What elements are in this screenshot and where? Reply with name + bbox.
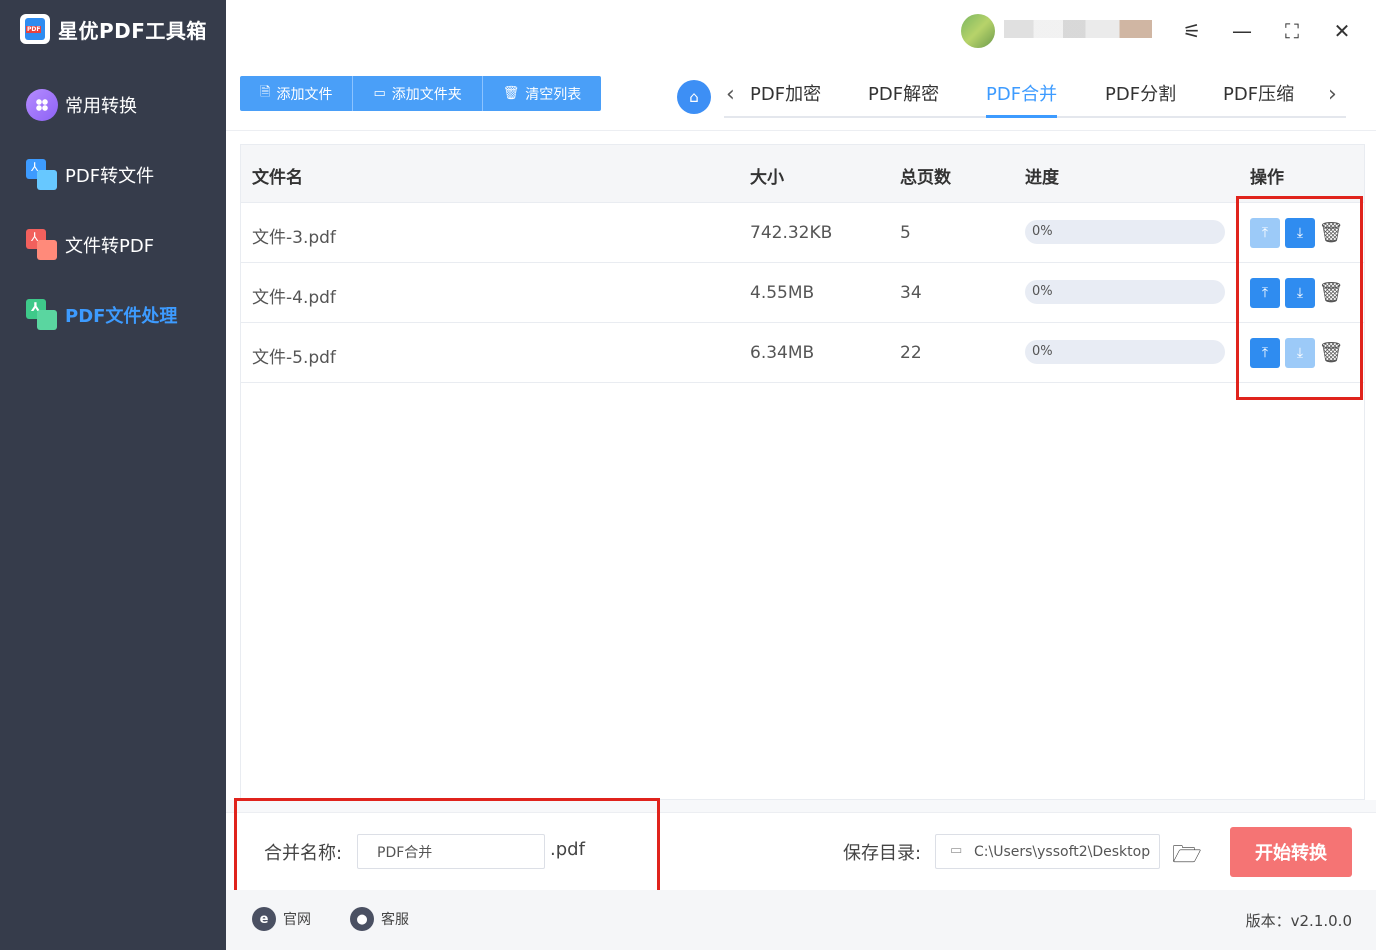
- app-title: 星优PDF工具箱: [58, 18, 207, 43]
- delete-icon[interactable]: 🗑: [1318, 277, 1343, 307]
- tool-tabs: PDF加密 PDF解密 PDF合并 PDF分割 PDF压缩: [724, 70, 1346, 118]
- sliders-icon[interactable]: ⚟: [1177, 16, 1207, 46]
- folder-open-icon[interactable]: 🗁: [1172, 837, 1202, 878]
- folder-icon: ▭: [373, 86, 386, 101]
- file-size: 6.34MB: [750, 343, 815, 363]
- sidebar-item-pdf-to-file[interactable]: PDF转文件: [0, 140, 226, 210]
- file-toolbar: 🗎 添加文件 ▭ 添加文件夹 🗑 清空列表: [240, 76, 602, 111]
- sidebar-item-common[interactable]: 常用转换: [0, 70, 226, 140]
- file-name: 文件-4.pdf: [252, 288, 336, 308]
- delete-icon[interactable]: 🗑: [1318, 337, 1343, 367]
- footer: e 官网 ● 客服 版本：v2.1.0.0: [226, 890, 1376, 950]
- progress-value: 0%: [1032, 224, 1053, 239]
- table-row: 文件-4.pdf 4.55MB 34 0% ⤒ ⤓ 🗑: [241, 263, 1364, 323]
- file-name: 文件-5.pdf: [252, 348, 336, 368]
- add-folder-button[interactable]: ▭ 添加文件夹: [353, 76, 483, 111]
- brand: 星优PDF工具箱: [20, 14, 207, 44]
- apps-icon: [26, 89, 58, 121]
- file-size: 4.55MB: [750, 283, 815, 303]
- home-icon[interactable]: ⌂: [677, 80, 711, 114]
- sidebar-item-file-to-pdf[interactable]: 文件转PDF: [0, 210, 226, 280]
- support-link[interactable]: ● 客服: [350, 907, 409, 931]
- save-dir-value: C:\Users\yssoft2\Desktop: [974, 844, 1151, 860]
- save-dir-field[interactable]: ▭ C:\Users\yssoft2\Desktop: [935, 834, 1160, 869]
- chat-icon: ●: [350, 907, 374, 931]
- user-name-blurred: [1004, 20, 1152, 38]
- page-count: 22: [900, 343, 922, 363]
- progress-bar: 0%: [1025, 280, 1225, 304]
- pdf-process-icon: [26, 299, 58, 331]
- add-folder-label: 添加文件夹: [391, 86, 462, 103]
- page-count: 5: [900, 223, 911, 243]
- tab-pdf-encrypt[interactable]: PDF加密: [750, 80, 821, 118]
- table-header: 文件名 大小 总页数 进度 操作: [241, 145, 1364, 203]
- trash-icon: 🗑: [502, 86, 520, 101]
- merge-name-input[interactable]: [357, 834, 545, 869]
- merge-name-label: 合并名称:: [264, 843, 343, 864]
- sidebar-item-pdf-process[interactable]: PDF文件处理: [0, 280, 226, 350]
- progress-bar: 0%: [1025, 220, 1225, 244]
- app-logo-icon: [20, 14, 50, 44]
- move-up-icon[interactable]: ⤒: [1250, 338, 1280, 368]
- merge-options-bar: 合并名称: .pdf 保存目录: ▭ C:\Users\yssoft2\Desk…: [226, 812, 1376, 890]
- website-label: 官网: [283, 912, 311, 928]
- pdf-to-file-icon: [26, 159, 58, 191]
- sidebar-item-label: 常用转换: [65, 96, 137, 117]
- tab-pdf-compress[interactable]: PDF压缩: [1223, 80, 1294, 118]
- sidebar-item-label: PDF转文件: [65, 166, 155, 187]
- tab-pdf-decrypt[interactable]: PDF解密: [868, 80, 939, 118]
- clear-list-label: 清空列表: [525, 86, 582, 103]
- avatar[interactable]: [961, 14, 995, 48]
- folder-icon: ▭: [950, 843, 963, 858]
- add-file-label: 添加文件: [276, 86, 333, 103]
- header-size: 大小: [750, 168, 784, 188]
- page-count: 34: [900, 283, 922, 303]
- table-row: 文件-5.pdf 6.34MB 22 0% ⤒ ⤓ 🗑: [241, 323, 1364, 383]
- clear-list-button[interactable]: 🗑 清空列表: [482, 76, 602, 111]
- tab-pdf-merge[interactable]: PDF合并: [986, 80, 1058, 118]
- sidebar-item-label: PDF文件处理: [65, 306, 178, 327]
- file-name: 文件-3.pdf: [252, 228, 336, 248]
- main-panel: ⚟ — ⛶ ✕ 🗎 添加文件 ▭ 添加文件夹 🗑 清空列表 ⌂ ‹ PDF加密 …: [226, 0, 1376, 950]
- table-bottom-band: [226, 800, 1376, 812]
- move-up-icon[interactable]: ⤒: [1250, 218, 1280, 248]
- close-icon[interactable]: ✕: [1327, 16, 1357, 46]
- merge-extension: .pdf: [550, 839, 585, 860]
- chevron-right-icon[interactable]: ›: [1328, 82, 1337, 107]
- move-up-icon[interactable]: ⤒: [1250, 278, 1280, 308]
- version-text: 版本：v2.1.0.0: [1245, 912, 1352, 930]
- divider: [226, 130, 1376, 131]
- move-down-icon[interactable]: ⤓: [1285, 218, 1315, 248]
- sidebar-nav: 常用转换 PDF转文件 文件转PDF PDF文件处理: [0, 70, 226, 350]
- start-convert-button[interactable]: 开始转换: [1230, 827, 1352, 877]
- header-ops: 操作: [1250, 168, 1284, 188]
- header-pages: 总页数: [900, 168, 951, 188]
- sidebar-item-label: 文件转PDF: [65, 236, 155, 257]
- progress-value: 0%: [1032, 344, 1053, 359]
- support-label: 客服: [381, 912, 409, 928]
- sidebar: 星优PDF工具箱 常用转换 PDF转文件 文件转PDF PDF文件处理: [0, 0, 226, 950]
- title-bar: ⚟ — ⛶ ✕: [226, 0, 1376, 62]
- file-to-pdf-icon: [26, 229, 58, 261]
- add-file-button[interactable]: 🗎 添加文件: [240, 76, 354, 111]
- progress-bar: 0%: [1025, 340, 1225, 364]
- maximize-icon[interactable]: ⛶: [1277, 16, 1307, 46]
- minimize-icon[interactable]: —: [1227, 16, 1257, 46]
- move-down-icon[interactable]: ⤓: [1285, 338, 1315, 368]
- browser-icon: e: [252, 907, 276, 931]
- file-icon: 🗎: [260, 84, 271, 100]
- move-down-icon[interactable]: ⤓: [1285, 278, 1315, 308]
- table-row: 文件-3.pdf 742.32KB 5 0% ⤒ ⤓ 🗑: [241, 203, 1364, 263]
- website-link[interactable]: e 官网: [252, 907, 311, 931]
- delete-icon[interactable]: 🗑: [1318, 217, 1343, 247]
- file-size: 742.32KB: [750, 223, 833, 243]
- file-table: 文件名 大小 总页数 进度 操作 文件-3.pdf 742.32KB 5 0% …: [240, 144, 1365, 800]
- progress-value: 0%: [1032, 284, 1053, 299]
- header-progress: 进度: [1025, 168, 1059, 188]
- tab-pdf-split[interactable]: PDF分割: [1105, 80, 1176, 118]
- save-dir-label: 保存目录:: [843, 843, 922, 864]
- header-name: 文件名: [252, 168, 303, 188]
